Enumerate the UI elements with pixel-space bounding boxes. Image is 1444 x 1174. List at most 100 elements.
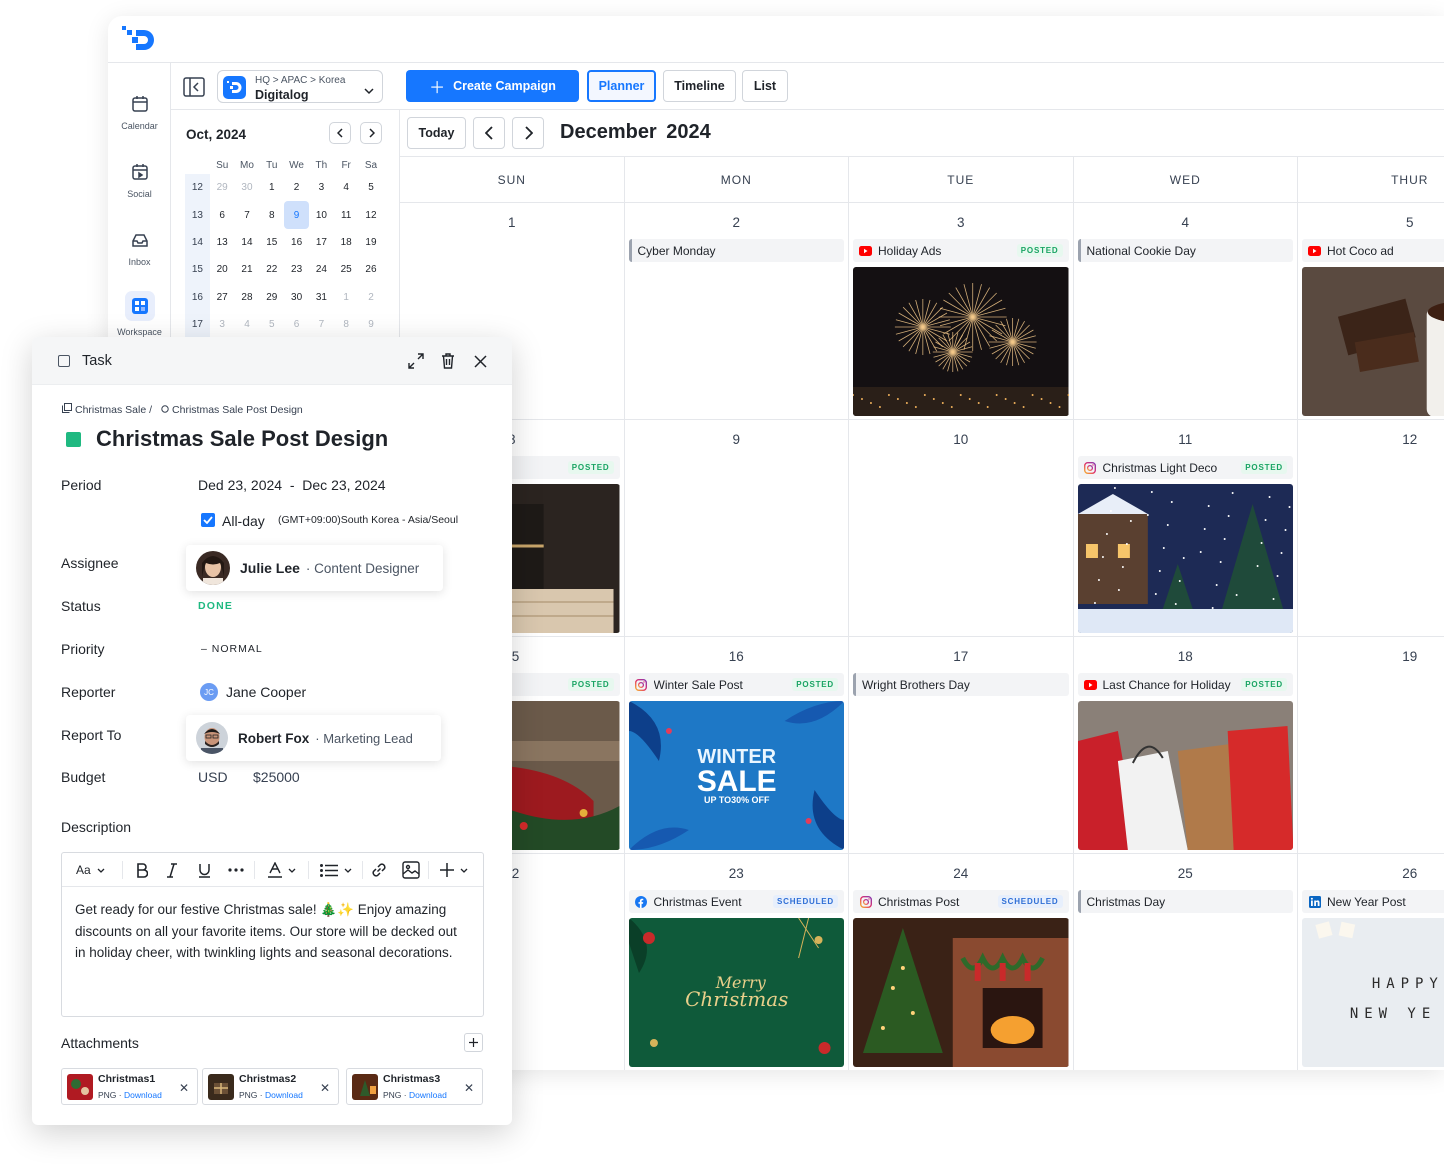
more-icon[interactable] <box>226 859 246 881</box>
mini-day[interactable]: 4 <box>235 311 260 338</box>
post-image-winter-sale[interactable]: WINTER SALE UP TO30% OFF <box>628 701 844 850</box>
trash-icon[interactable] <box>438 351 458 371</box>
remove-attachment-icon[interactable]: ✕ <box>320 1081 330 1095</box>
calendar-day-cell[interactable]: 3 Holiday Ads POSTED <box>849 203 1074 420</box>
post-image-tree[interactable] <box>853 918 1069 1067</box>
mini-day[interactable]: 8 <box>259 201 284 228</box>
mini-day[interactable]: 27 <box>210 284 235 311</box>
calendar-day-cell[interactable]: 4 National Cookie Day <box>1074 203 1298 420</box>
mini-day[interactable]: 7 <box>235 201 260 228</box>
report-to-chip[interactable]: Robert Fox · Marketing Lead <box>186 715 441 761</box>
image-icon[interactable] <box>400 859 422 881</box>
mini-day[interactable]: 25 <box>334 256 359 283</box>
calendar-event[interactable]: Last Chance for Holiday POSTED <box>1077 673 1293 696</box>
calendar-event[interactable]: Wright Brothers Day <box>853 673 1069 696</box>
workspace-select[interactable]: HQ > APAC > Korea Digitalog <box>217 70 383 103</box>
calendar-day-cell[interactable]: 10 <box>849 420 1074 637</box>
calendar-day-cell[interactable]: 23 Christmas Event SCHEDULED Merry Christmas <box>625 854 849 1070</box>
next-month-button[interactable] <box>512 117 544 149</box>
calendar-event[interactable]: Winter Sale Post POSTED <box>628 673 844 696</box>
insert-plus-icon[interactable] <box>434 859 474 881</box>
budget-value[interactable]: $25000 <box>253 769 300 785</box>
calendar-day-cell[interactable]: 11 Christmas Light Deco POSTED <box>1074 420 1298 637</box>
mini-day[interactable]: 22 <box>259 256 284 283</box>
mini-day[interactable]: 6 <box>210 201 235 228</box>
post-image-happy-new[interactable]: HAPPY NEW YE <box>1302 918 1444 1067</box>
mini-day[interactable]: 13 <box>210 229 235 256</box>
create-campaign-button[interactable]: ＋ Create Campaign <box>406 70 579 102</box>
calendar-event[interactable]: Cyber Monday <box>628 239 844 262</box>
mini-day[interactable]: 3 <box>309 174 334 201</box>
breadcrumb-parent[interactable]: Christmas Sale / <box>75 404 152 416</box>
remove-attachment-icon[interactable]: ✕ <box>179 1081 189 1095</box>
collapse-sidebar-icon[interactable] <box>183 77 205 97</box>
download-link[interactable]: Download <box>124 1090 162 1100</box>
mini-day[interactable]: 24 <box>309 256 334 283</box>
calendar-day-cell[interactable]: 16 Winter Sale Post POSTED WINTER SALE UP TO3… <box>625 637 849 854</box>
mini-day[interactable]: 4 <box>334 174 359 201</box>
mini-day[interactable]: 26 <box>359 256 384 283</box>
mini-day[interactable]: 9 <box>359 311 384 338</box>
mini-day[interactable]: 5 <box>259 311 284 338</box>
post-image-bags[interactable] <box>1077 701 1293 850</box>
mini-day[interactable]: 20 <box>210 256 235 283</box>
mini-day[interactable]: 23 <box>284 256 309 283</box>
reporter-name[interactable]: Jane Cooper <box>226 684 306 700</box>
prev-month-button[interactable] <box>473 117 505 149</box>
mini-day[interactable]: 28 <box>235 284 260 311</box>
post-image-cocoa[interactable] <box>1302 267 1444 416</box>
download-link[interactable]: Download <box>409 1090 447 1100</box>
task-title[interactable]: Christmas Sale Post Design <box>96 426 388 452</box>
mini-day[interactable]: 7 <box>309 311 334 338</box>
italic-icon[interactable] <box>162 859 182 881</box>
mini-next-button[interactable] <box>360 122 382 144</box>
rail-social[interactable]: Social <box>108 161 171 199</box>
tab-planner[interactable]: Planner <box>587 70 656 102</box>
allday-checkbox[interactable] <box>201 513 215 527</box>
calendar-day-cell[interactable]: 19 <box>1298 637 1444 854</box>
tab-list[interactable]: List <box>742 70 788 102</box>
font-size-dropdown[interactable]: Aa <box>76 859 105 881</box>
download-link[interactable]: Download <box>265 1090 303 1100</box>
attachment-card[interactable]: Christmas1 PNG · Download ✕ <box>61 1068 198 1105</box>
mini-day[interactable]: 2 <box>284 174 309 201</box>
mini-day[interactable]: 16 <box>284 229 309 256</box>
mini-day[interactable]: 29 <box>259 284 284 311</box>
mini-day[interactable]: 18 <box>334 229 359 256</box>
mini-day[interactable]: 31 <box>309 284 334 311</box>
calendar-event[interactable]: Holiday Ads POSTED <box>853 239 1069 262</box>
rail-workspace[interactable]: Workspace <box>108 291 171 337</box>
timezone-value[interactable]: (GMT+09:00)South Korea - Asia/Seoul <box>278 514 458 526</box>
calendar-event[interactable]: Christmas Light Deco POSTED <box>1077 456 1293 479</box>
expand-icon[interactable] <box>406 351 426 371</box>
calendar-event[interactable]: Hot Coco ad <box>1302 239 1444 262</box>
mini-day[interactable]: 21 <box>235 256 260 283</box>
budget-currency[interactable]: USD <box>198 769 228 785</box>
description-editor[interactable]: Aa Get ready for our festive Christmas s… <box>61 852 484 1017</box>
calendar-event[interactable]: Christmas Post SCHEDULED <box>853 890 1069 913</box>
mini-day[interactable]: 19 <box>359 229 384 256</box>
app-logo-icon[interactable] <box>122 26 162 54</box>
priority-value[interactable]: – NORMAL <box>201 643 263 655</box>
status-badge[interactable]: DONE <box>198 600 233 612</box>
text-color-icon[interactable] <box>262 859 302 881</box>
calendar-day-cell[interactable]: 26 New Year Post HAPPY NEW YE <box>1298 854 1444 1070</box>
mini-day[interactable]: 17 <box>309 229 334 256</box>
mini-day[interactable]: 15 <box>259 229 284 256</box>
calendar-day-cell[interactable]: 17 Wright Brothers Day <box>849 637 1074 854</box>
task-checkbox[interactable] <box>58 355 70 367</box>
calendar-day-cell[interactable]: 2 Cyber Monday <box>625 203 849 420</box>
link-icon[interactable] <box>368 859 390 881</box>
mini-day[interactable]: 2 <box>359 284 384 311</box>
attachment-card[interactable]: Christmas3 PNG · Download ✕ <box>346 1068 483 1105</box>
post-image-fireworks[interactable] <box>853 267 1069 416</box>
calendar-day-cell[interactable]: 18 Last Chance for Holiday POSTED <box>1074 637 1298 854</box>
calendar-day-cell[interactable]: 5 Hot Coco ad <box>1298 203 1444 420</box>
mini-day[interactable]: 30 <box>284 284 309 311</box>
calendar-day-cell[interactable]: 24 Christmas Post SCHEDULED <box>849 854 1074 1070</box>
calendar-event[interactable]: National Cookie Day <box>1077 239 1293 262</box>
calendar-event[interactable]: New Year Post <box>1302 890 1444 913</box>
mini-day[interactable]: 11 <box>334 201 359 228</box>
mini-day[interactable]: 1 <box>334 284 359 311</box>
list-icon[interactable] <box>316 859 356 881</box>
